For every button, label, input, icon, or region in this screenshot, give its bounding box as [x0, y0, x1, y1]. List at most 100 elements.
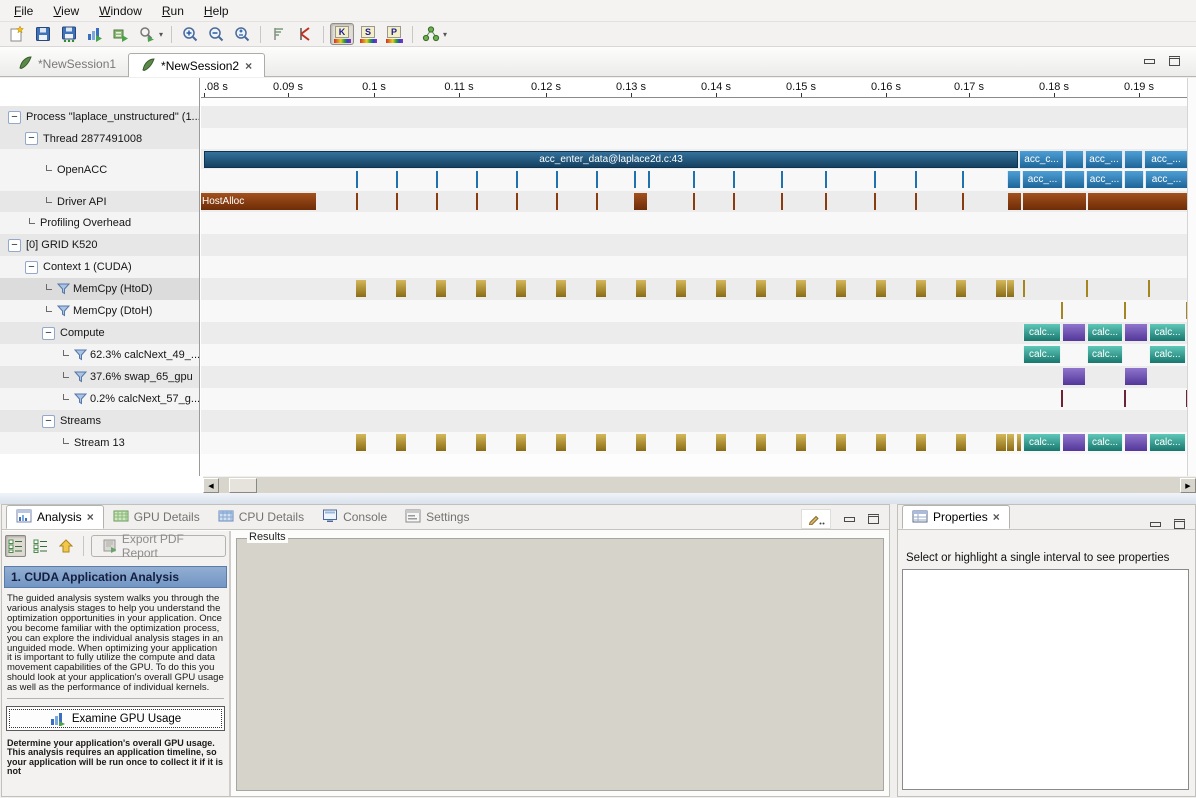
interval-acc[interactable]: acc_...	[1145, 171, 1187, 188]
interval-calc[interactable]: calc...	[1023, 434, 1061, 451]
tree-row-openacc[interactable]: OpenACC	[0, 149, 199, 191]
timeline-interval[interactable]	[634, 193, 647, 210]
tree-row-driver-api[interactable]: Driver API	[0, 191, 199, 212]
scroll-right-icon[interactable]: ▶	[1180, 478, 1196, 493]
timeline-interval[interactable]	[962, 171, 964, 188]
timeline-interval[interactable]	[1007, 171, 1021, 188]
timeline-interval[interactable]	[634, 171, 636, 188]
timeline-interval[interactable]	[556, 434, 566, 451]
timeline-interval[interactable]	[356, 171, 358, 188]
profile-application-icon[interactable]	[83, 23, 107, 45]
timeline-interval[interactable]	[962, 193, 964, 210]
export-pdf-report-button[interactable]: Export PDF Report	[91, 535, 226, 557]
scroll-left-icon[interactable]: ◀	[203, 478, 219, 493]
timeline-interval[interactable]	[693, 171, 695, 188]
timeline-interval[interactable]	[996, 280, 1006, 297]
timeline-interval[interactable]	[756, 434, 766, 451]
interval-calc[interactable]: calc...	[1149, 324, 1186, 341]
horizontal-scrollbar[interactable]: ◀ ▶	[203, 476, 1196, 493]
tree-row-profiling-overhead[interactable]: Profiling Overhead	[0, 212, 199, 234]
back-up-icon[interactable]	[55, 535, 76, 557]
tab-properties[interactable]: Properties ×	[902, 505, 1010, 529]
interval-acc[interactable]: acc_...	[1086, 171, 1123, 188]
collapse-expander-icon[interactable]: −	[8, 239, 21, 252]
minimize-icon[interactable]	[1144, 59, 1155, 64]
timeline-interval[interactable]	[556, 280, 566, 297]
tab-console[interactable]: Console	[313, 505, 396, 529]
timeline-interval[interactable]	[436, 193, 438, 210]
timeline-interval[interactable]	[596, 434, 606, 451]
interval-calc[interactable]: calc...	[1023, 346, 1061, 363]
timeline-interval[interactable]	[436, 171, 438, 188]
menu-window[interactable]: Window	[89, 2, 152, 20]
dropdown-caret-icon[interactable]: ▾	[443, 30, 447, 39]
timeline-interval[interactable]	[356, 280, 366, 297]
timeline-interval[interactable]	[556, 171, 558, 188]
save-all-icon[interactable]	[57, 23, 81, 45]
minimize-icon[interactable]	[1150, 522, 1161, 527]
tree-row-memcpy-dtoh[interactable]: MemCpy (DtoH)	[0, 300, 199, 322]
interval-calc[interactable]: calc...	[1087, 346, 1123, 363]
kernel-colors-icon[interactable]: K	[330, 23, 354, 45]
filter-funnel-icon[interactable]	[57, 283, 70, 298]
timeline-interval[interactable]	[781, 171, 783, 188]
view-menu-pencil-icon[interactable]	[801, 509, 831, 529]
tab-newsession1[interactable]: *NewSession1	[6, 52, 128, 76]
tree-row-swap-65-gpu[interactable]: 37.6% swap_65_gpu	[0, 366, 199, 388]
close-icon[interactable]: ×	[87, 510, 94, 524]
timeline-interval[interactable]	[648, 171, 650, 188]
menu-run[interactable]: Run	[152, 2, 194, 20]
interval-calc[interactable]: calc...	[1023, 324, 1061, 341]
process-colors-icon[interactable]: P	[382, 23, 406, 45]
timeline-interval[interactable]	[1063, 434, 1085, 451]
zoom-in-icon[interactable]	[178, 23, 202, 45]
timeline-interval[interactable]	[676, 280, 686, 297]
tab-analysis[interactable]: Analysis×	[6, 505, 104, 529]
dropdown-caret-icon[interactable]: ▾	[159, 30, 163, 39]
timeline-interval[interactable]	[1125, 324, 1147, 341]
tree-row-memcpy-htod[interactable]: MemCpy (HtoD)	[0, 278, 199, 300]
timeline-interval[interactable]	[476, 434, 486, 451]
maximize-icon[interactable]	[1174, 519, 1185, 529]
timeline-interval[interactable]	[436, 280, 446, 297]
timeline-interval[interactable]	[1063, 324, 1085, 341]
timeline-interval[interactable]	[1023, 193, 1086, 210]
timeline-interval[interactable]	[636, 280, 646, 297]
timeline-interval[interactable]	[693, 193, 695, 210]
tree-row-calcnext-49[interactable]: 62.3% calcNext_49_...	[0, 344, 199, 366]
timeline-interval[interactable]	[1086, 280, 1088, 297]
menu-file[interactable]: File	[4, 2, 43, 20]
save-icon[interactable]	[31, 23, 55, 45]
tree-row-streams[interactable]: −Streams	[0, 410, 199, 432]
interval-calc[interactable]: calc...	[1087, 324, 1123, 341]
timeline-interval[interactable]	[916, 280, 926, 297]
timeline-interval[interactable]	[876, 434, 886, 451]
timeline-interval[interactable]	[825, 193, 827, 210]
interval-hostalloc[interactable]: HostAlloc	[201, 193, 316, 210]
stream-colors-icon[interactable]: S	[356, 23, 380, 45]
timeline-interval[interactable]	[1064, 171, 1085, 188]
timeline-interval[interactable]	[356, 193, 358, 210]
timeline-interval[interactable]	[476, 193, 478, 210]
timeline-interval[interactable]	[956, 280, 966, 297]
guided-analysis-icon[interactable]	[419, 23, 443, 45]
guided-analysis-list-icon[interactable]	[5, 535, 26, 557]
scrollbar-thumb[interactable]	[229, 478, 257, 493]
maximize-icon[interactable]	[1169, 56, 1180, 66]
timeline-interval[interactable]	[1125, 368, 1147, 385]
tree-row-process[interactable]: −Process "laplace_unstructured" (1...	[0, 106, 199, 128]
timeline-interval[interactable]	[1061, 390, 1063, 407]
timeline-interval[interactable]	[915, 171, 917, 188]
timeline-interval[interactable]	[996, 434, 1006, 451]
timeline-interval[interactable]	[516, 171, 518, 188]
timeline-interval[interactable]	[676, 434, 686, 451]
tab-newsession2[interactable]: *NewSession2×	[128, 53, 265, 77]
interval-acc-enter-data-laplace2d-c-43[interactable]: acc_enter_data@laplace2d.c:43	[204, 151, 1018, 168]
timeline-interval[interactable]	[1124, 302, 1126, 319]
examine-gpu-usage-button[interactable]: Examine GPU Usage	[6, 706, 225, 731]
minimize-icon[interactable]	[844, 517, 855, 522]
timeline-interval[interactable]	[1007, 280, 1014, 297]
tree-row-thread-2877491008[interactable]: −Thread 2877491008	[0, 128, 199, 149]
import-timeline-icon[interactable]	[109, 23, 133, 45]
interval-acc-c[interactable]: acc_c...	[1019, 151, 1064, 168]
